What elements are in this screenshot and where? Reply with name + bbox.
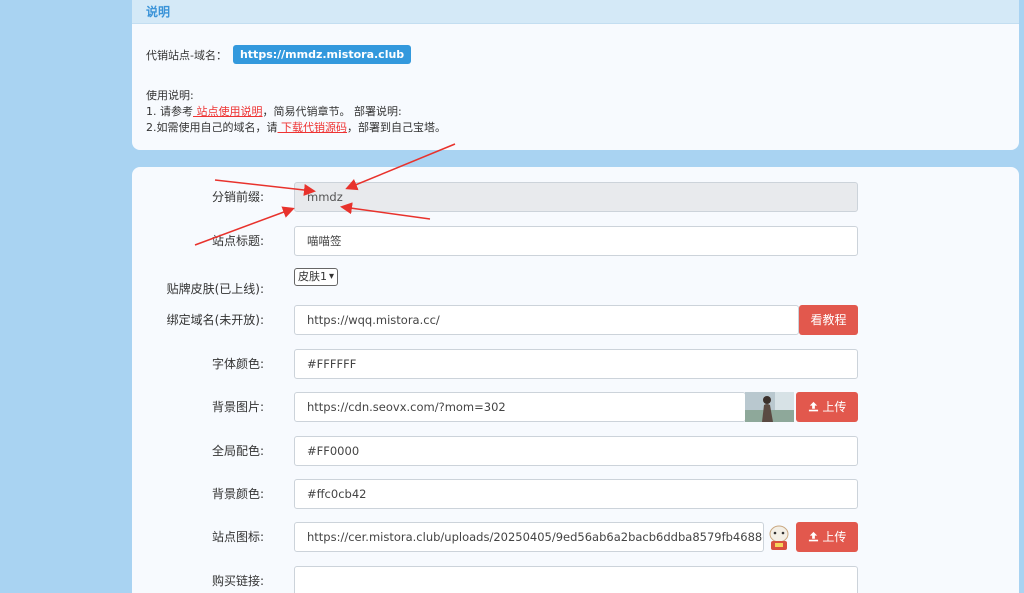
bg-image-label: 背景图片:: [211, 400, 264, 414]
buy-link-input[interactable]: [294, 566, 858, 593]
upload-label: 上传: [822, 400, 847, 414]
row-bg-color: 背景颜色: #ffc0cb42: [132, 479, 1019, 509]
dropdown-arrow-icon: ▾: [329, 271, 335, 282]
bg-color-input[interactable]: #ffc0cb42: [294, 479, 858, 509]
upload-label: 上传: [822, 530, 847, 544]
global-color-input[interactable]: #FF0000: [294, 436, 858, 466]
site-icon-upload-button[interactable]: 上传: [796, 522, 858, 552]
bind-domain-label: 绑定域名(未开放):: [166, 313, 264, 327]
site-icon-input[interactable]: https://cer.mistora.club/uploads/2025040…: [294, 522, 764, 552]
download-source-link[interactable]: 下载代销源码: [278, 121, 347, 134]
note-line-2: 2.如需使用自己的域名，请 下载代销源码，部署到自己宝塔。: [146, 120, 446, 136]
row-prefix: 分销前缀: mmdz: [132, 182, 1019, 212]
domain-badge[interactable]: https://mmdz.mistora.club: [232, 45, 412, 64]
domain-label: 代销站点-域名：: [146, 48, 227, 62]
bg-image-upload-button[interactable]: 上传: [796, 392, 858, 422]
buy-link-label: 购买链接:: [211, 574, 264, 588]
upload-icon: [808, 531, 818, 542]
row-title: 站点标题: 喵喵签: [132, 226, 1019, 256]
row-font-color: 字体颜色: #FFFFFF: [132, 349, 1019, 379]
info-card: 说明 代销站点-域名： https://mmdz.mistora.club 使用…: [132, 0, 1019, 150]
upload-icon: [808, 401, 818, 412]
skin-label: 贴牌皮肤(已上线):: [166, 282, 264, 296]
prefix-label: 分销前缀:: [211, 190, 264, 204]
row-bg-image: 背景图片: https://cdn.seovx.com/?mom=302 上传: [132, 392, 1019, 422]
notes-title: 使用说明:: [146, 89, 194, 102]
row-bind-domain: 绑定域名(未开放): https://wqq.mistora.cc/ 看教程: [132, 305, 1019, 335]
title-label: 站点标题:: [211, 234, 264, 248]
bind-domain-input[interactable]: https://wqq.mistora.cc/: [294, 305, 799, 335]
domain-row: 代销站点-域名： https://mmdz.mistora.club: [146, 45, 412, 64]
site-icon-label: 站点图标:: [211, 530, 264, 544]
info-header: 说明: [132, 0, 1019, 24]
tutorial-button[interactable]: 看教程: [799, 305, 858, 335]
site-icon-preview: [765, 522, 793, 552]
global-color-label: 全局配色:: [211, 444, 264, 458]
note-line-1: 1. 请参考 站点使用说明，简易代销章节。 部署说明:: [146, 104, 446, 120]
settings-form-card: 分销前缀: mmdz 站点标题: 喵喵签 贴牌皮肤(已上线): 皮肤1 ▾ 绑定…: [132, 167, 1019, 593]
row-skin: 贴牌皮肤(已上线): 皮肤1 ▾: [132, 268, 1019, 298]
site-title-input[interactable]: 喵喵签: [294, 226, 858, 256]
row-site-icon: 站点图标: https://cer.mistora.club/uploads/2…: [132, 522, 1019, 552]
skin-selected-value: 皮肤1: [298, 270, 327, 283]
note1-prefix: 1. 请参考: [146, 105, 193, 118]
row-buy-link: 购买链接:: [132, 566, 1019, 593]
prefix-input[interactable]: mmdz: [294, 182, 858, 212]
note1-suffix: ，简易代销章节。 部署说明:: [262, 105, 402, 118]
row-global-color: 全局配色: #FF0000: [132, 436, 1019, 466]
skin-select[interactable]: 皮肤1 ▾: [294, 268, 339, 286]
bg-image-input[interactable]: https://cdn.seovx.com/?mom=302: [294, 392, 746, 422]
font-color-label: 字体颜色:: [211, 357, 264, 371]
bg-image-preview: [745, 392, 794, 422]
site-usage-link[interactable]: 站点使用说明: [193, 105, 262, 118]
note2-suffix: ，部署到自己宝塔。: [347, 121, 446, 134]
font-color-input[interactable]: #FFFFFF: [294, 349, 858, 379]
bg-color-label: 背景颜色:: [211, 487, 264, 501]
note2-prefix: 2.如需使用自己的域名，请: [146, 121, 278, 134]
usage-notes: 使用说明: 1. 请参考 站点使用说明，简易代销章节。 部署说明: 2.如需使用…: [146, 88, 446, 136]
